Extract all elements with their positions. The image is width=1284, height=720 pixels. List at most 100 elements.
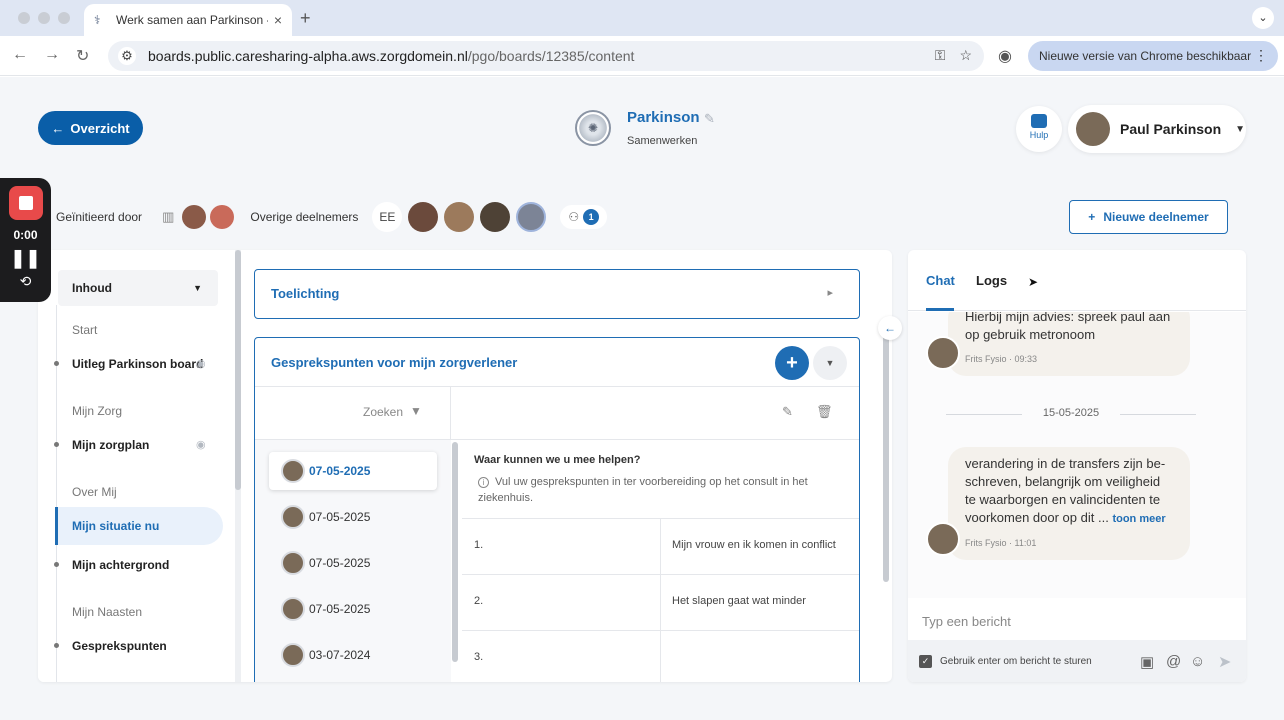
table-row[interactable]: 3. xyxy=(462,630,859,682)
key-icon[interactable]: ⚿ xyxy=(935,47,946,64)
composer-toolbar: ✓ Gebruik enter om bericht te sturen ▣ @… xyxy=(908,640,1246,682)
main-scrollbar[interactable] xyxy=(883,328,889,582)
browser-tab[interactable]: ⚕ Werk samen aan Parkinson - × xyxy=(84,4,292,36)
collapse-chat-button[interactable]: ← xyxy=(878,316,902,340)
date-label: 07-05-2025 xyxy=(309,556,371,570)
avatar[interactable] xyxy=(480,202,511,232)
row-number: 2. xyxy=(474,595,484,607)
back-arrow-icon[interactable]: ← xyxy=(12,46,28,64)
stop-record-button[interactable] xyxy=(8,186,43,220)
user-menu-button[interactable]: Paul Parkinson ▼ xyxy=(1068,105,1246,153)
profile-icon[interactable]: ◉ xyxy=(998,46,1012,66)
tab-logs[interactable]: Logs xyxy=(976,273,1007,288)
nav-dot xyxy=(54,442,59,447)
tab-close-icon[interactable]: × xyxy=(274,12,282,28)
sidebar-item-situatie[interactable]: Mijn situatie nu xyxy=(72,519,159,533)
image-icon[interactable]: ▣ xyxy=(1140,653,1154,671)
avatar xyxy=(281,505,305,529)
avatar[interactable] xyxy=(444,202,475,232)
send-icon[interactable]: ➤ xyxy=(1218,652,1231,672)
window-minimize-dot[interactable] xyxy=(38,12,50,24)
url-host: boards.public.caresharing-alpha.aws.zorg… xyxy=(148,48,468,64)
mention-icon[interactable]: @ xyxy=(1166,653,1181,670)
avatar xyxy=(281,643,305,667)
address-bar[interactable]: ⚙ boards.public.caresharing-alpha.aws.zo… xyxy=(108,41,984,71)
pencil-icon[interactable]: ✎ xyxy=(704,111,715,127)
avatar[interactable] xyxy=(210,205,235,229)
restart-icon[interactable]: ⟲ xyxy=(0,273,51,290)
tab-chat[interactable]: Chat xyxy=(926,273,955,288)
eye-icon[interactable]: ◉ xyxy=(196,357,206,370)
row-number: 1. xyxy=(474,539,484,551)
chat-panel: Chat Logs ➤ Hierbij mijn advies: spreek … xyxy=(908,250,1246,682)
help-button[interactable]: Hulp xyxy=(1016,106,1062,152)
emoji-icon[interactable]: ☺ xyxy=(1190,653,1205,670)
list-item[interactable]: 07-05-2025 xyxy=(269,452,437,490)
message-input[interactable]: Typ een bericht xyxy=(908,598,1246,640)
sidebar-item-zorgplan[interactable]: Mijn zorgplan xyxy=(72,438,149,452)
chat-message: verandering in de transfers zijn be-schr… xyxy=(948,447,1190,560)
new-member-button[interactable]: + Nieuwe deelnemer xyxy=(1069,200,1228,234)
add-button[interactable]: + xyxy=(775,346,809,380)
list-item[interactable]: 07-05-2025 xyxy=(269,590,437,628)
site-settings-icon[interactable]: ⚙ xyxy=(118,47,136,65)
avatar[interactable] xyxy=(408,202,439,232)
caret-down-icon: ▼ xyxy=(1235,123,1246,135)
caret-down-icon: ▼ xyxy=(193,283,202,293)
sidebar-item-gesprekspunten[interactable]: Gesprekspunten xyxy=(72,639,167,653)
search-label[interactable]: Zoeken xyxy=(363,405,403,419)
overview-label: Overzicht xyxy=(70,120,130,136)
browser-tabstrip: ⚕ Werk samen aan Parkinson - × + ⌄ xyxy=(0,0,1284,36)
date-label: 07-05-2025 xyxy=(309,602,371,616)
divider xyxy=(450,387,451,441)
more-options-button[interactable]: ▼ xyxy=(813,346,847,380)
forward-arrow-icon[interactable]: → xyxy=(44,46,60,64)
content-panel: Inhoud ▼ Start Uitleg Parkinson board ◉ … xyxy=(38,250,892,682)
window-zoom-dot[interactable] xyxy=(58,12,70,24)
participant-count-badge[interactable]: ⚇ 1 xyxy=(560,205,608,229)
eye-icon[interactable]: ◉ xyxy=(196,438,206,451)
board-subtitle: Samenwerken xyxy=(627,135,698,147)
new-tab-icon[interactable]: + xyxy=(300,8,311,29)
avatar[interactable] xyxy=(182,205,207,229)
pause-icon[interactable]: ❚❚ xyxy=(0,248,51,269)
sidebar-item-achtergrond[interactable]: Mijn achtergrond xyxy=(72,558,169,572)
row-text: Mijn vrouw en ik komen in conflict xyxy=(672,539,836,551)
trash-icon[interactable]: 🗑 xyxy=(816,404,833,420)
filter-icon[interactable]: ▼ xyxy=(410,404,422,418)
nav-dot xyxy=(54,361,59,366)
bookmark-star-icon[interactable]: ☆ xyxy=(959,47,972,64)
initials-avatar[interactable]: EE xyxy=(372,202,403,232)
sidebar-scrollbar[interactable] xyxy=(235,250,241,682)
chat-tabs: Chat Logs ➤ xyxy=(908,250,1246,311)
content-dropdown[interactable]: Inhoud ▼ xyxy=(58,270,218,306)
window-close-dot[interactable] xyxy=(18,12,30,24)
date-label: 07-05-2025 xyxy=(309,464,371,478)
table-row[interactable]: 1. Mijn vrouw en ik komen in conflict xyxy=(462,518,859,575)
overview-button[interactable]: ← Overzicht xyxy=(38,111,143,145)
chrome-update-button[interactable]: Nieuwe versie van Chrome beschikbaar ⋮ xyxy=(1028,41,1278,71)
table-row[interactable]: 2. Het slapen gaat wat minder xyxy=(462,574,859,631)
toelichting-accordion[interactable]: Toelichting ▸ xyxy=(254,269,860,319)
avatar xyxy=(281,459,305,483)
active-indicator xyxy=(55,507,58,545)
enter-send-checkbox[interactable]: ✓ xyxy=(919,655,932,668)
date-separator: 15-05-2025 xyxy=(946,407,1196,419)
reload-icon[interactable]: ↻ xyxy=(76,46,89,66)
sidebar-item-uitleg[interactable]: Uitleg Parkinson board xyxy=(72,357,203,371)
count-badge: 1 xyxy=(583,209,600,225)
list-item[interactable]: 03-07-2024 xyxy=(269,636,437,674)
row-number: 3. xyxy=(474,651,484,663)
more-vert-icon[interactable]: ⋮ xyxy=(1254,47,1268,64)
list-scrollbar[interactable] xyxy=(452,442,458,662)
pencil-icon[interactable]: ✎ xyxy=(782,404,793,420)
tab-search-icon[interactable]: ⌄ xyxy=(1252,7,1274,29)
messages-area: Hierbij mijn advies: spreek paul aan op … xyxy=(908,312,1246,598)
user-name: Paul Parkinson xyxy=(1120,121,1222,137)
list-item[interactable]: 07-05-2025 xyxy=(269,498,437,536)
avatar[interactable] xyxy=(516,202,547,232)
info-icon: i xyxy=(478,477,489,488)
list-item[interactable]: 07-05-2025 xyxy=(269,544,437,582)
show-more-link[interactable]: toon meer xyxy=(1112,513,1165,525)
plus-icon: + xyxy=(1088,210,1096,224)
